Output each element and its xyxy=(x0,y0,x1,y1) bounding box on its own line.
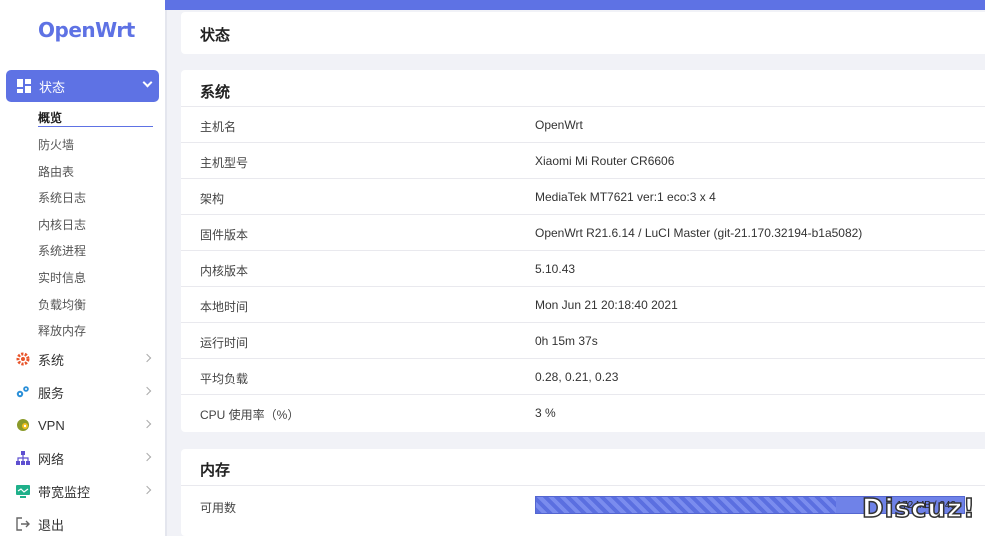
memory-available-fill xyxy=(536,497,836,513)
chevron-right-icon xyxy=(142,353,152,363)
submenu-realtime[interactable]: 实时信息 xyxy=(38,269,86,286)
row-key: 主机名 xyxy=(200,120,237,134)
sidebar: OpenWrt 状态 概览 防火墙 路由表 系统日志 内核日志 系统进程 实时信… xyxy=(0,0,165,536)
submenu-free-memory[interactable]: 释放内存 xyxy=(38,322,86,339)
menu-status-label: 状态 xyxy=(39,79,66,95)
table-row: 运行时间 0h 15m 37s xyxy=(181,322,985,358)
row-value: Xiaomi Mi Router CR6606 xyxy=(535,154,675,168)
header-bar xyxy=(165,0,985,10)
row-key: 可用数 xyxy=(200,501,237,515)
menu-bandwidth[interactable]: 带宽监控 xyxy=(16,480,156,502)
submenu-kernel-log[interactable]: 内核日志 xyxy=(38,216,86,233)
gears-icon xyxy=(16,385,30,399)
menu-network[interactable]: 网络 xyxy=(16,447,156,469)
row-value: 3 % xyxy=(535,406,556,420)
menu-vpn-label: VPN xyxy=(38,417,65,433)
chevron-right-icon xyxy=(142,386,152,396)
row-key: 本地时间 xyxy=(200,300,249,314)
chevron-right-icon xyxy=(142,485,152,495)
system-card: 系统 主机名 OpenWrt 主机型号 Xiaomi Mi Router CR660… xyxy=(181,70,985,432)
brand-logo: OpenWrt xyxy=(38,18,135,42)
menu-status[interactable]: 状态 xyxy=(6,70,159,102)
row-key: 固件版本 xyxy=(200,228,249,242)
page-title: 状态 xyxy=(200,27,231,44)
menu-network-label: 网络 xyxy=(38,451,65,467)
submenu-firewall[interactable]: 防火墙 xyxy=(38,136,74,153)
menu-logout[interactable]: 退出 xyxy=(16,513,156,535)
table-row: CPU 使用率（%） 3 % xyxy=(181,394,985,432)
row-key: 主机型号 xyxy=(200,156,249,170)
row-value: Mon Jun 21 20:18:40 2021 xyxy=(535,298,678,312)
row-value: 0.28, 0.21, 0.23 xyxy=(535,370,619,384)
submenu-routes[interactable]: 路由表 xyxy=(38,163,74,180)
submenu-active-indicator xyxy=(38,126,153,127)
globe-icon xyxy=(16,418,30,432)
page-title-card: 状态 xyxy=(181,12,985,54)
menu-bandwidth-label: 带宽监控 xyxy=(38,484,91,500)
system-section-title: 系统 xyxy=(200,84,231,101)
chevron-right-icon xyxy=(142,419,152,429)
sidebar-divider xyxy=(165,0,167,536)
menu-services[interactable]: 服务 xyxy=(16,381,156,403)
submenu-syslog[interactable]: 系统日志 xyxy=(38,189,86,206)
logout-icon xyxy=(16,517,30,531)
row-key: 内核版本 xyxy=(200,264,249,278)
row-value: MediaTek MT7621 ver:1 eco:3 x 4 xyxy=(535,190,716,204)
menu-services-label: 服务 xyxy=(38,385,65,401)
table-row: 架构 MediaTek MT7621 ver:1 eco:3 x 4 xyxy=(181,178,985,214)
row-value: 5.10.43 xyxy=(535,262,576,276)
menu-logout-label: 退出 xyxy=(38,517,65,533)
table-row: 主机名 OpenWrt xyxy=(181,106,985,142)
row-key: 运行时间 xyxy=(200,336,249,350)
monitor-icon xyxy=(16,484,30,498)
menu-system-label: 系统 xyxy=(38,352,65,368)
submenu-overview[interactable]: 概览 xyxy=(38,109,62,126)
submenu-processes[interactable]: 系统进程 xyxy=(38,242,86,259)
watermark-logo: Discuz! xyxy=(861,493,976,525)
row-value: 0h 15m 37s xyxy=(535,334,598,348)
table-row: 固件版本 OpenWrt R21.6.14 / LuCI Master (git-… xyxy=(181,214,985,250)
menu-system[interactable]: 系统 xyxy=(16,348,156,370)
row-key: 平均负载 xyxy=(200,372,249,386)
row-value: OpenWrt R21.6.14 / LuCI Master (git-21.1… xyxy=(535,226,863,240)
table-row: 本地时间 Mon Jun 21 20:18:40 2021 xyxy=(181,286,985,322)
submenu-load-balance[interactable]: 负载均衡 xyxy=(38,296,86,313)
row-key: CPU 使用率（%） xyxy=(200,408,300,422)
row-value: OpenWrt xyxy=(535,118,583,132)
chevron-down-icon xyxy=(142,77,153,88)
network-icon xyxy=(16,451,30,465)
dashboard-icon xyxy=(17,79,31,93)
row-key: 架构 xyxy=(200,192,225,206)
gear-icon xyxy=(16,352,30,366)
table-row: 主机型号 Xiaomi Mi Router CR6606 xyxy=(181,142,985,178)
menu-vpn[interactable]: VPN xyxy=(16,414,156,436)
table-row: 内核版本 5.10.43 xyxy=(181,250,985,286)
table-row: 平均负载 0.28, 0.21, 0.23 xyxy=(181,358,985,394)
memory-section-title: 内存 xyxy=(200,462,231,479)
chevron-right-icon xyxy=(142,452,152,462)
